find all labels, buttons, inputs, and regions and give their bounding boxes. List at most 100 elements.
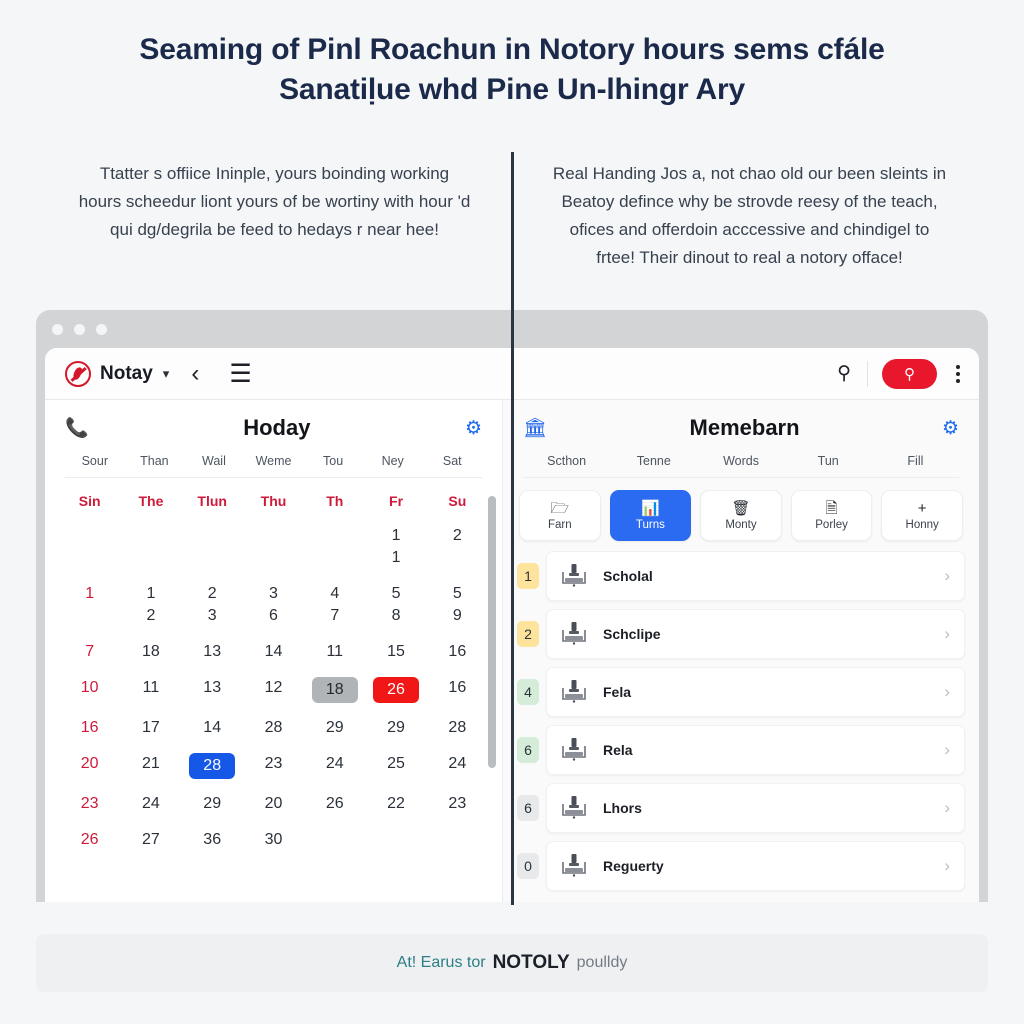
memebarn-sublabel-2[interactable]: Words xyxy=(697,454,784,468)
window-close-dot[interactable] xyxy=(52,323,63,335)
calendar-day-cell[interactable]: 26 xyxy=(365,670,426,710)
list-row[interactable]: 6 Rela › xyxy=(517,725,965,775)
calendar-day-cell[interactable]: 36 xyxy=(243,576,304,634)
phone-icon[interactable]: 📞 xyxy=(65,416,89,440)
chevron-right-icon[interactable]: › xyxy=(944,798,950,818)
calendar-day-cell[interactable]: 21 xyxy=(120,746,181,786)
calendar-day-cell[interactable]: 59 xyxy=(427,576,488,634)
calendar-sublabel-2[interactable]: Wail xyxy=(184,454,244,468)
calendar-day-cell[interactable]: 11 xyxy=(120,670,181,710)
chevron-right-icon[interactable]: › xyxy=(944,624,950,644)
calendar-day-highlight-blue[interactable]: 28 xyxy=(189,753,236,779)
calendar-day-cell[interactable]: 23 xyxy=(243,746,304,786)
row-card[interactable]: Lhors › xyxy=(546,783,965,833)
calendar-day-cell[interactable]: 30 xyxy=(243,822,304,858)
calendar-sublabel-6[interactable]: Sat xyxy=(422,454,482,468)
window-maximize-dot[interactable] xyxy=(96,323,107,335)
calendar-day-cell[interactable]: 22 xyxy=(365,786,426,822)
row-card[interactable]: Fela › xyxy=(546,667,965,717)
search-button[interactable]: ⚲ xyxy=(882,358,937,389)
calendar-day-cell[interactable]: 27 xyxy=(120,822,181,858)
calendar-day-cell[interactable]: 13 xyxy=(182,634,243,670)
calendar-day-cell[interactable]: 26 xyxy=(59,822,120,858)
calendar-day-cell[interactable]: 25 xyxy=(365,746,426,786)
calendar-day-cell[interactable]: 12 xyxy=(120,576,181,634)
calendar-sublabel-5[interactable]: Ney xyxy=(363,454,423,468)
memebarn-sublabel-4[interactable]: Fill xyxy=(872,454,959,468)
calendar-day-cell[interactable]: 11 xyxy=(365,518,426,576)
calendar-day-cell[interactable]: 16 xyxy=(427,670,488,710)
calendar-day-cell[interactable]: 29 xyxy=(304,710,365,746)
calendar-day-cell[interactable]: 23 xyxy=(59,786,120,822)
calendar-day-highlight-red[interactable]: 26 xyxy=(373,677,420,703)
chevron-right-icon[interactable]: › xyxy=(944,566,950,586)
row-card[interactable]: Reguerty › xyxy=(546,841,965,891)
calendar-day-cell[interactable]: 36 xyxy=(182,822,243,858)
calendar-day-cell[interactable]: 18 xyxy=(304,670,365,710)
brand[interactable]: Notay ▾ xyxy=(65,360,170,387)
chevron-down-icon[interactable]: ▾ xyxy=(163,366,170,382)
calendar-day-cell[interactable]: 16 xyxy=(59,710,120,746)
calendar-day-cell[interactable]: 58 xyxy=(365,576,426,634)
calendar-day-cell[interactable]: 23 xyxy=(427,786,488,822)
calendar-day-cell[interactable]: 15 xyxy=(365,634,426,670)
calendar-day-cell[interactable]: 26 xyxy=(304,786,365,822)
calendar-day-cell[interactable]: 16 xyxy=(427,634,488,670)
tab-farn[interactable]: 🗁 Farn xyxy=(519,490,601,541)
gear-icon[interactable]: ⚙ xyxy=(465,417,482,440)
row-card[interactable]: Schclipe › xyxy=(546,609,965,659)
bank-icon[interactable]: 🏛 xyxy=(523,416,547,440)
calendar-day-cell[interactable]: 29 xyxy=(365,710,426,746)
calendar-day-cell[interactable]: 17 xyxy=(120,710,181,746)
chevron-right-icon[interactable]: › xyxy=(944,740,950,760)
hamburger-menu-icon[interactable]: ☰ xyxy=(229,359,251,389)
calendar-day-cell[interactable]: 12 xyxy=(243,670,304,710)
gear-icon[interactable]: ⚙ xyxy=(942,417,959,440)
calendar-day-highlight-gray[interactable]: 18 xyxy=(311,677,358,703)
tab-monty[interactable]: 🗑 Monty xyxy=(700,490,782,541)
calendar-day-cell[interactable]: 14 xyxy=(243,634,304,670)
chevron-right-icon[interactable]: › xyxy=(944,856,950,876)
tab-honny[interactable]: + Honny xyxy=(881,490,963,541)
memebarn-sublabel-1[interactable]: Tenne xyxy=(610,454,697,468)
calendar-day-cell[interactable]: 23 xyxy=(182,576,243,634)
list-row[interactable]: 1 Scholal › xyxy=(517,551,965,601)
calendar-day-cell[interactable]: 29 xyxy=(182,786,243,822)
calendar-day-cell[interactable]: 11 xyxy=(304,634,365,670)
calendar-sublabel-0[interactable]: Sour xyxy=(65,454,125,468)
calendar-day-cell[interactable]: 20 xyxy=(59,746,120,786)
calendar-day-cell[interactable]: 28 xyxy=(182,746,243,786)
calendar-day-cell[interactable]: 28 xyxy=(243,710,304,746)
search-icon[interactable]: ⚲ xyxy=(837,360,868,387)
calendar-day-cell[interactable]: 24 xyxy=(120,786,181,822)
calendar-sublabel-4[interactable]: Tou xyxy=(303,454,363,468)
calendar-day-cell[interactable]: 1 xyxy=(59,576,120,634)
chevron-right-icon[interactable]: › xyxy=(944,682,950,702)
calendar-day-cell[interactable]: 24 xyxy=(304,746,365,786)
calendar-day-cell[interactable]: 24 xyxy=(427,746,488,786)
calendar-day-cell[interactable]: 14 xyxy=(182,710,243,746)
window-minimize-dot[interactable] xyxy=(74,323,85,335)
calendar-day-cell[interactable]: 18 xyxy=(120,634,181,670)
calendar-sublabel-1[interactable]: Than xyxy=(125,454,185,468)
calendar-day-cell[interactable]: 7 xyxy=(59,634,120,670)
list-row[interactable]: 4 Fela › xyxy=(517,667,965,717)
calendar-sublabel-3[interactable]: Weme xyxy=(244,454,304,468)
calendar-day-cell[interactable]: 2 xyxy=(427,518,488,576)
list-row[interactable]: 6 Lhors › xyxy=(517,783,965,833)
calendar-day-cell[interactable]: 13 xyxy=(182,670,243,710)
row-card[interactable]: Rela › xyxy=(546,725,965,775)
calendar-day-cell[interactable]: 20 xyxy=(243,786,304,822)
tab-porley[interactable]: 🗎 Porley xyxy=(790,490,873,541)
memebarn-sublabel-3[interactable]: Tun xyxy=(785,454,872,468)
tab-turns[interactable]: 📊 Turns xyxy=(609,490,692,541)
calendar-day-cell[interactable]: 28 xyxy=(427,710,488,746)
calendar-day-cell[interactable]: 47 xyxy=(304,576,365,634)
list-row[interactable]: 0 Reguerty › xyxy=(517,841,965,891)
list-row[interactable]: 2 Schclipe › xyxy=(517,609,965,659)
calendar-day-cell[interactable]: 10 xyxy=(59,670,120,710)
memebarn-sublabel-0[interactable]: Scthon xyxy=(523,454,610,468)
row-card[interactable]: Scholal › xyxy=(546,551,965,601)
back-arrow-icon[interactable]: ‹ xyxy=(191,360,199,388)
calendar-scrollbar[interactable] xyxy=(488,496,496,768)
